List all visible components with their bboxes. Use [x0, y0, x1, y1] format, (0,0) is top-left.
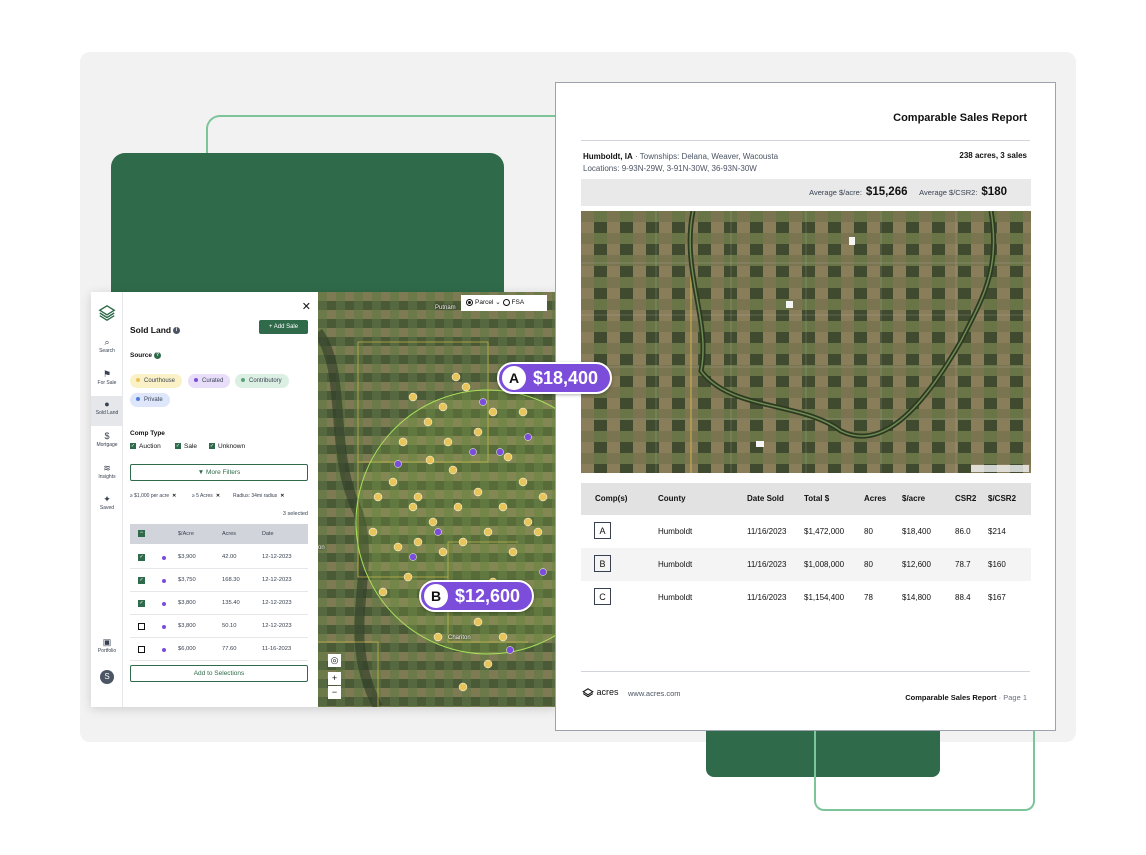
table-row[interactable]: ✓ $3,800 135.40 12-12-2023	[130, 592, 308, 615]
zoom-in-button[interactable]: +	[328, 672, 341, 685]
map-place-label: on	[318, 545, 325, 551]
radio-fsa[interactable]	[502, 298, 510, 306]
report-map-imagery	[581, 211, 1031, 473]
dot-icon	[241, 378, 245, 383]
pin-icon: ✦	[103, 494, 111, 504]
nav-saved[interactable]: ✦ Saved	[91, 491, 123, 521]
checkbox-icon: ✓	[175, 443, 181, 450]
map-place-label: Chariton	[448, 635, 471, 641]
remove-icon[interactable]: ✕	[280, 493, 284, 499]
report-footer: Comparable Sales Report · Page 1	[905, 693, 1027, 702]
nav-search[interactable]: ⌕ Search	[91, 334, 123, 364]
dot-icon	[136, 378, 140, 383]
table-row[interactable]: ✓ $3,750 168.30 12-12-2023	[130, 569, 308, 592]
dot-icon	[162, 579, 166, 583]
map-imagery[interactable]	[318, 292, 557, 707]
row-checkbox[interactable]: ✓	[138, 577, 145, 584]
report-url: www.acres.com	[628, 689, 681, 698]
dollar-icon: $	[104, 431, 110, 441]
dot-icon	[162, 556, 166, 560]
zoom-out-button[interactable]: −	[328, 686, 341, 699]
report-table-header: Comp(s) County Date Sold Total $ Acres $…	[581, 483, 1031, 515]
map-pin-icon: ●	[104, 399, 110, 409]
dot-icon	[136, 397, 140, 402]
nav-insights[interactable]: ≋ Insights	[91, 460, 123, 490]
report-table-row: C Humboldt 11/16/2023 $1,154,400 78 $14,…	[581, 581, 1031, 614]
comp-type-sale[interactable]: ✓ Sale	[175, 443, 197, 450]
save-icon: ▣	[102, 637, 112, 647]
row-checkbox[interactable]: ✓	[138, 600, 145, 607]
row-checkbox[interactable]	[138, 623, 145, 630]
acres-logo: acres	[582, 687, 619, 698]
acres-logo-icon	[582, 687, 594, 697]
selected-count: 3 selected	[282, 511, 308, 517]
satellite-map[interactable]: Parcel ⌄ FSA Putnam Chariton on ◎ + −	[318, 292, 557, 707]
dot-icon	[162, 648, 166, 652]
report-summary: 238 acres, 3 sales	[959, 151, 1027, 160]
price-marker-b[interactable]: B $12,600	[419, 580, 535, 612]
more-filters-button[interactable]: ▼ More Filters	[130, 464, 308, 481]
locate-icon[interactable]: ◎	[328, 654, 341, 667]
dot-icon	[162, 625, 166, 629]
source-chip-private[interactable]: Private	[130, 393, 170, 407]
table-row[interactable]: ✓ $3,900 42.00 12-12-2023	[130, 546, 308, 569]
select-all-checkbox[interactable]: −	[138, 530, 145, 537]
comp-type-unknown[interactable]: ✓ Unknown	[209, 443, 245, 450]
divider	[581, 671, 1030, 672]
comparable-sales-report: Comparable Sales Report Humboldt, IA · T…	[555, 82, 1056, 731]
filter-tag[interactable]: ≥ 5 Acres ✕	[192, 493, 220, 499]
chevron-down-icon[interactable]: ⌄	[495, 299, 500, 306]
panel-title: Sold Land i	[130, 325, 181, 335]
report-title: Comparable Sales Report	[893, 112, 1027, 124]
sold-land-panel: ✕ Sold Land i + Add Sale Source? Courthou…	[124, 292, 317, 707]
table-header: − $/Acre Acres Date	[130, 524, 308, 544]
flag-icon: ⚑	[102, 369, 112, 379]
dot-icon	[194, 378, 198, 383]
report-location: Humboldt, IA · Townships: Delana, Weaver…	[583, 152, 779, 173]
help-icon[interactable]: ?	[154, 352, 162, 359]
nav-rail: ⌕ Search ⚑ For Sale ● Sold Land $ Mortga…	[91, 292, 123, 707]
source-chip-courthouse[interactable]: Courthouse	[130, 374, 183, 388]
avatar[interactable]: S	[100, 670, 114, 684]
add-sale-button[interactable]: + Add Sale	[259, 320, 308, 334]
source-label: Source?	[130, 352, 162, 360]
checkbox-icon: ✓	[209, 443, 215, 450]
table-row[interactable]: $6,000 77.60 11-16-2023	[130, 638, 308, 661]
close-icon[interactable]: ✕	[302, 300, 311, 313]
info-icon[interactable]: i	[173, 327, 181, 335]
add-to-selections-button[interactable]: Add to Selections	[130, 665, 308, 682]
report-table-row: B Humboldt 11/16/2023 $1,008,000 80 $12,…	[581, 548, 1031, 581]
comp-type-label: Comp Type	[130, 430, 165, 437]
report-averages: Average $/acre: $15,266 Average $/CSR2: $1…	[581, 179, 1031, 206]
search-icon: ⌕	[104, 337, 110, 347]
acres-logo-icon[interactable]	[98, 304, 116, 322]
comp-type-auction[interactable]: ✓ Auction	[130, 443, 161, 450]
dot-icon	[162, 602, 166, 606]
report-table-row: A Humboldt 11/16/2023 $1,472,000 80 $18,…	[581, 515, 1031, 548]
nav-portfolio[interactable]: ▣ Portfolio	[91, 634, 123, 664]
filter-tag[interactable]: Radius: 34mi radius ✕	[233, 493, 284, 499]
layers-icon: ≋	[103, 463, 111, 473]
radio-parcel[interactable]	[466, 298, 473, 306]
report-satellite-map	[581, 211, 1031, 473]
map-layer-toggle[interactable]: Parcel ⌄ FSA	[461, 295, 547, 311]
nav-mortgage[interactable]: $ Mortgage	[91, 428, 123, 458]
source-chip-contributory[interactable]: Contributory	[235, 374, 289, 388]
map-place-label: Putnam	[435, 305, 456, 311]
funnel-icon: ▼	[197, 469, 206, 476]
nav-for-sale[interactable]: ⚑ For Sale	[91, 366, 123, 396]
row-checkbox[interactable]	[138, 646, 145, 653]
checkbox-icon: ✓	[130, 443, 136, 450]
app-window: ⌕ Search ⚑ For Sale ● Sold Land $ Mortga…	[91, 292, 557, 707]
price-marker-a[interactable]: A $18,400	[497, 362, 613, 394]
filter-tag[interactable]: ≥ $1,000 per acre ✕	[130, 493, 176, 499]
nav-sold-land[interactable]: ● Sold Land	[91, 396, 123, 426]
source-chip-curated[interactable]: Curated	[188, 374, 231, 388]
remove-icon[interactable]: ✕	[172, 493, 176, 499]
remove-icon[interactable]: ✕	[216, 493, 220, 499]
row-checkbox[interactable]: ✓	[138, 554, 145, 561]
divider	[581, 140, 1030, 141]
table-row[interactable]: $3,800 50.10 12-12-2023	[130, 615, 308, 638]
